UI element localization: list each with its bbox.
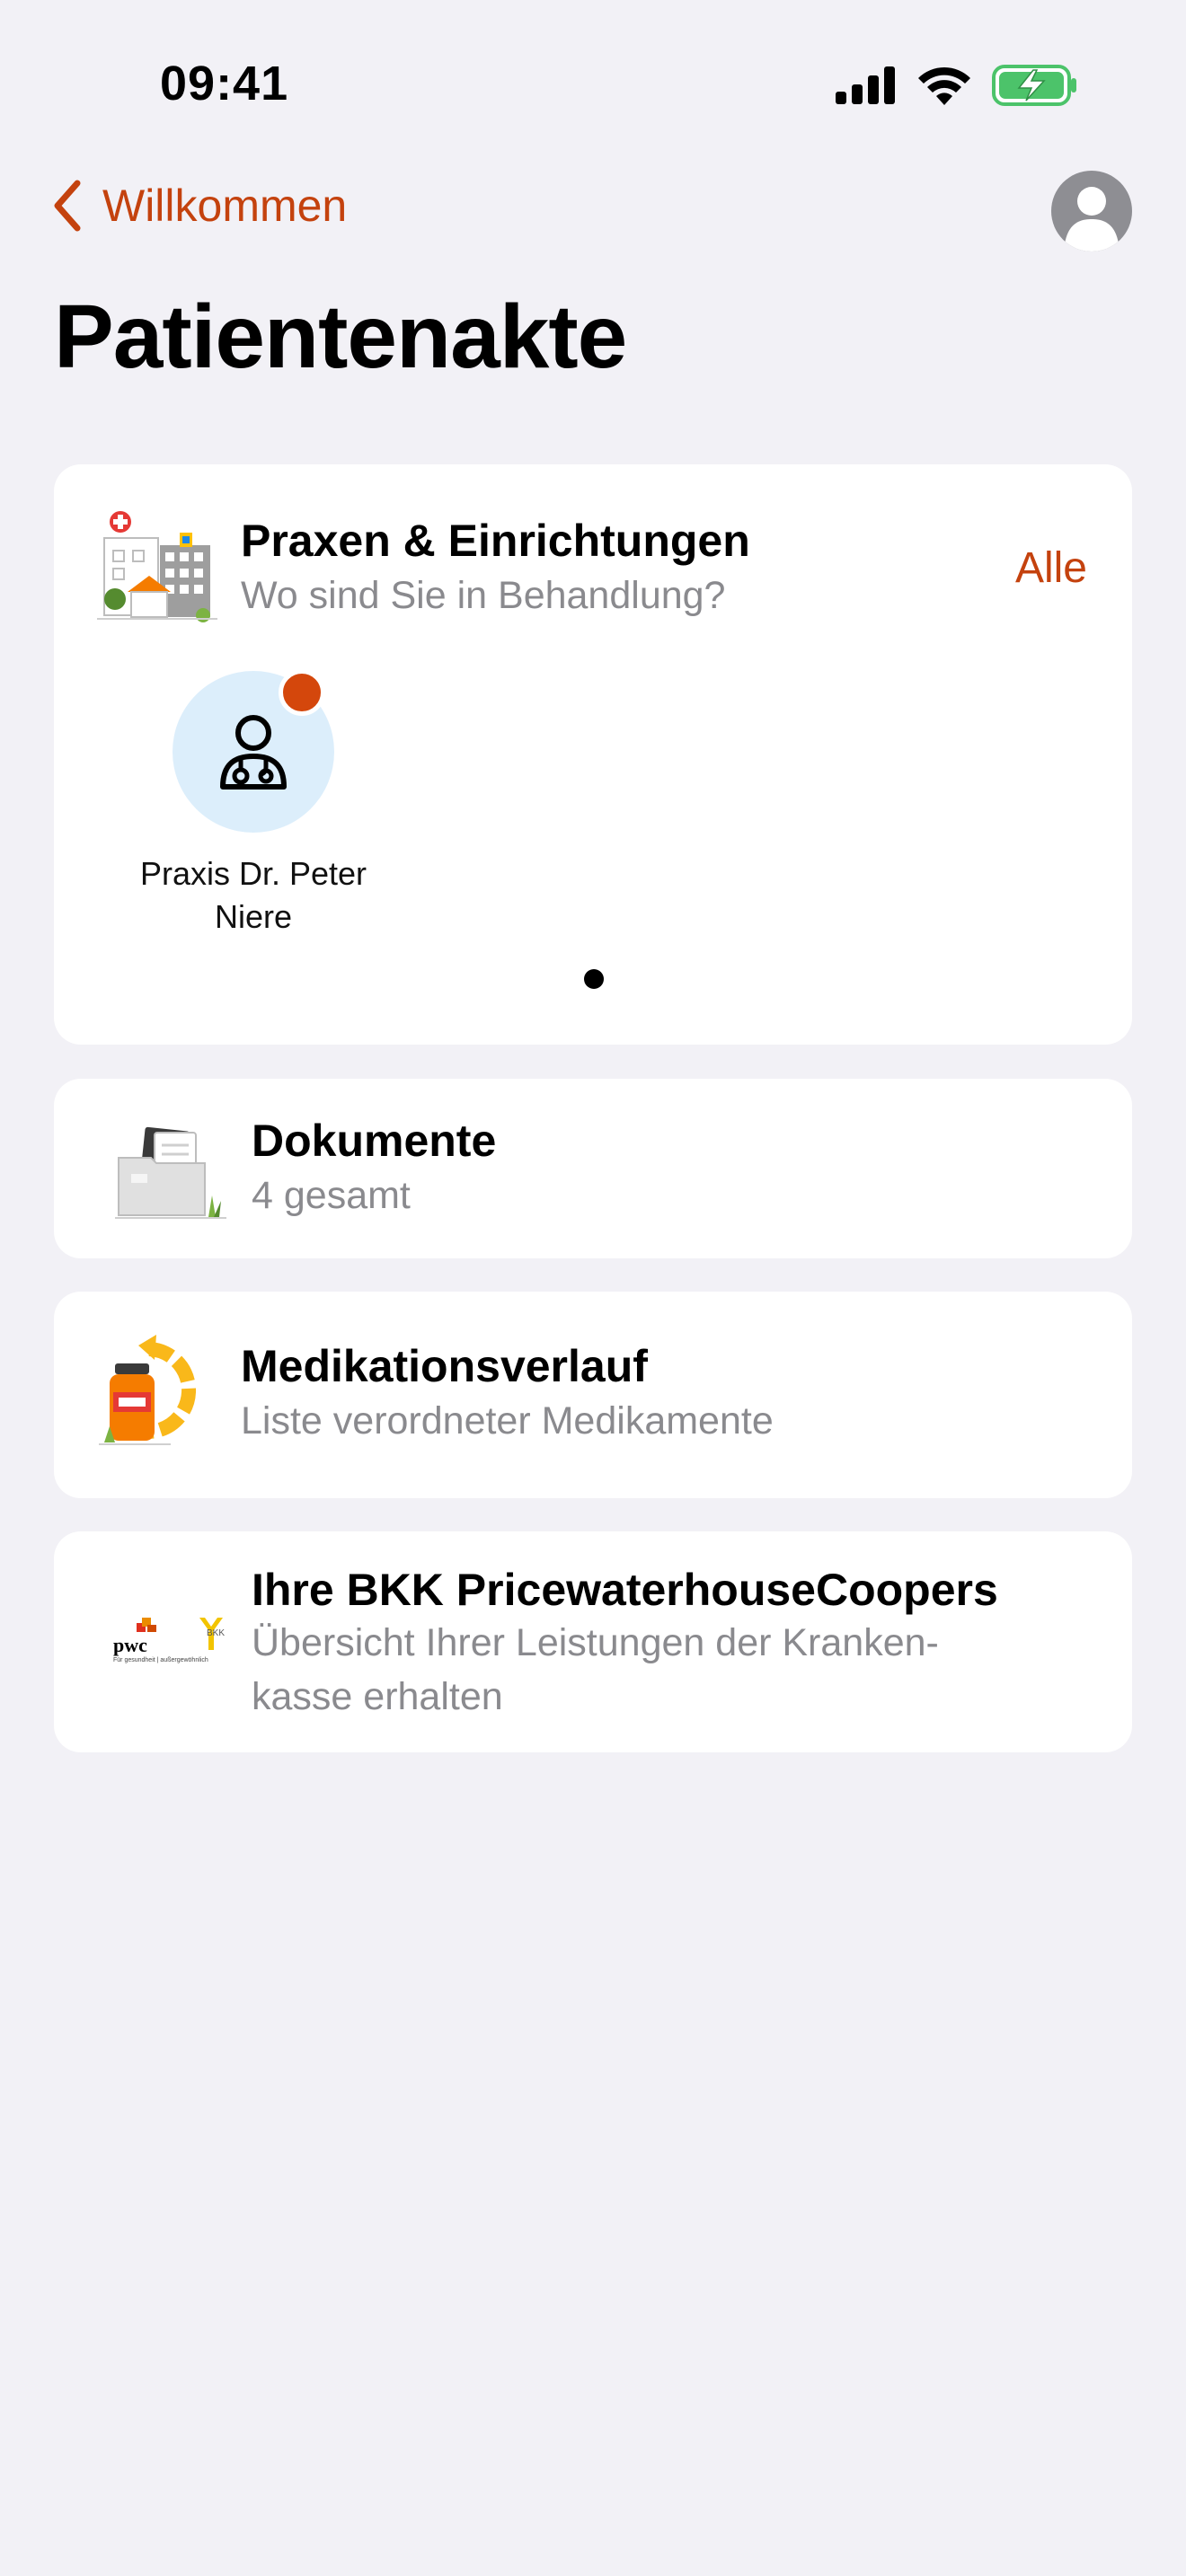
cellular-signal-icon — [836, 66, 895, 104]
profile-avatar-button[interactable] — [1051, 171, 1132, 251]
status-icons — [836, 65, 1078, 106]
medication-bottle-icon — [99, 1335, 196, 1445]
notification-badge — [279, 669, 325, 716]
provider-name: Praxis Dr. Peter Niere — [139, 855, 367, 935]
insurance-card[interactable]: pwc BKK Für gesundheit | außergewöhnlich… — [54, 1531, 1132, 1752]
documents-folder-icon — [115, 1126, 226, 1219]
status-time: 09:41 — [160, 57, 289, 110]
doctor-icon — [220, 715, 287, 790]
insurance-subtitle: Übersicht Ihrer Leistungen der Kranken-k… — [252, 1621, 939, 1718]
back-button[interactable]: Willkommen — [52, 180, 347, 232]
logo-tagline: Für gesundheit | außergewöhnlich — [113, 1657, 208, 1663]
insurance-logo: pwc BKK Für gesundheit | außergewöhnlich — [113, 1616, 230, 1670]
show-all-link[interactable]: Alle — [1015, 543, 1087, 593]
chevron-left-icon — [54, 180, 81, 232]
documents-card[interactable]: Dokumente 4 gesamt — [54, 1079, 1132, 1258]
pwc-logo-text: pwc — [113, 1634, 147, 1656]
hospital-buildings-icon — [97, 511, 217, 622]
medication-subtitle: Liste verordneter Medikamente — [241, 1399, 774, 1442]
page-title: Patientenakte — [54, 287, 627, 387]
medication-title: Medikationsverlauf — [241, 1341, 648, 1391]
back-label: Willkommen — [102, 181, 348, 231]
insurance-title: Ihre BKK PricewaterhouseCoopers — [252, 1565, 998, 1615]
pwc-logo-icon — [137, 1618, 156, 1632]
wifi-icon — [918, 66, 970, 105]
page-indicator-dot[interactable] — [584, 969, 604, 989]
bkk-logo-text: BKK — [207, 1628, 226, 1638]
screen: 09:41 Willkommen Patientenakte Praxen & … — [0, 0, 1186, 2576]
documents-subtitle: 4 gesamt — [252, 1174, 411, 1217]
providers-subtitle: Wo sind Sie in Behandlung? — [241, 574, 726, 617]
providers-card: Praxen & Einrichtungen Wo sind Sie in Be… — [54, 464, 1132, 1045]
battery-charging-icon — [992, 65, 1076, 106]
providers-title: Praxen & Einrichtungen — [241, 516, 750, 566]
person-icon — [1064, 187, 1120, 251]
documents-title: Dokumente — [252, 1116, 497, 1166]
medication-card[interactable]: Medikationsverlauf Liste verordneter Med… — [54, 1292, 1132, 1498]
